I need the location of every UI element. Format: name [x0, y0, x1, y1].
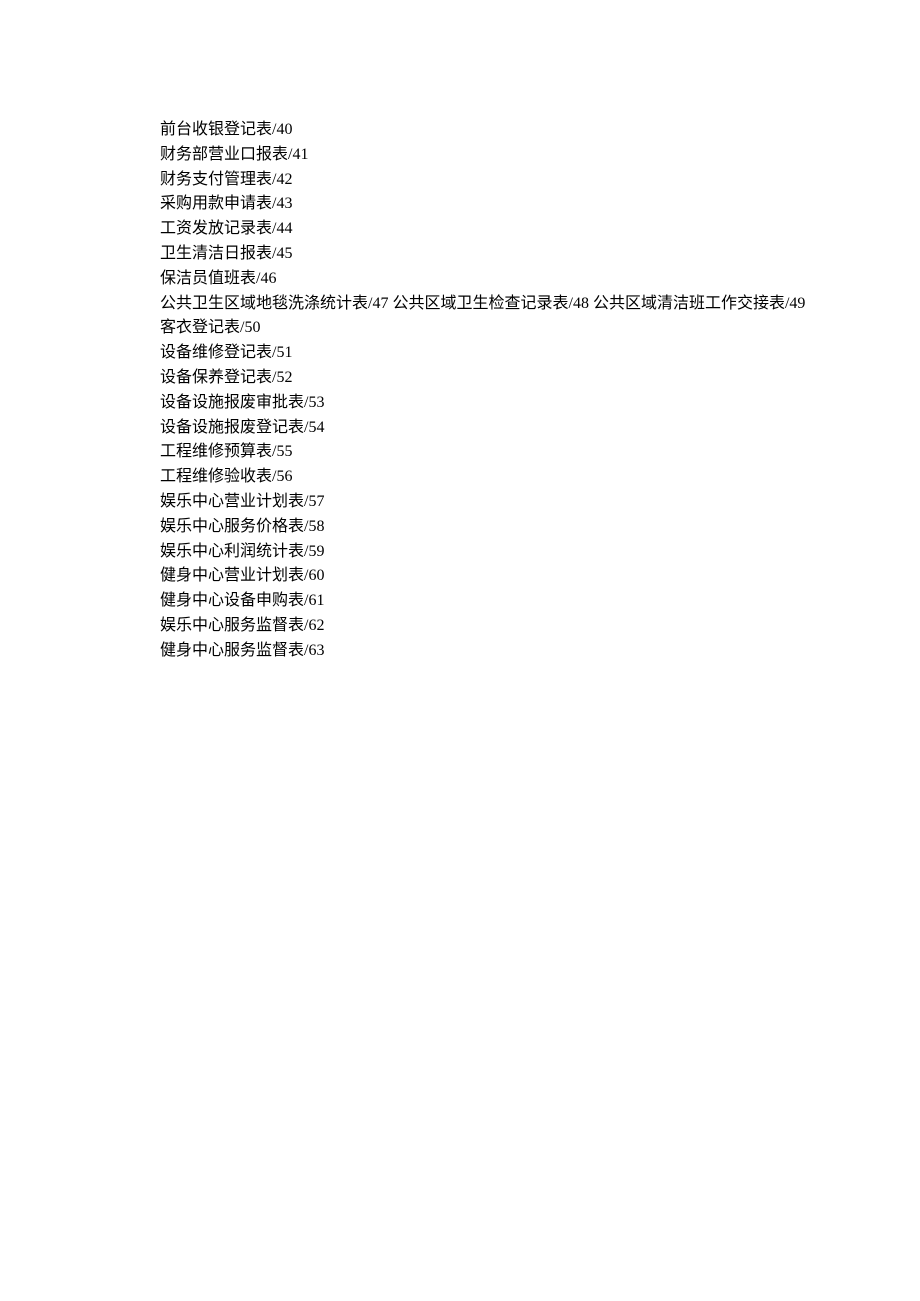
toc-line: 卫生清洁日报表/45	[160, 242, 880, 267]
toc-entry-page: 47	[372, 295, 388, 312]
toc-entry: 娱乐中心利润统计表/59	[160, 543, 324, 560]
document-page: 前台收银登记表/40 财务部营业口报表/41 财务支付管理表/42 采购用款申请表/4…	[0, 0, 920, 664]
toc-entry-title: 设备设施报废登记表	[160, 419, 304, 436]
table-of-contents: 前台收银登记表/40 财务部营业口报表/41 财务支付管理表/42 采购用款申请表/4…	[160, 118, 880, 664]
toc-entry: 工程维修预算表/55	[160, 443, 292, 460]
toc-line: 健身中心营业计划表/60	[160, 564, 880, 589]
toc-entry-title: 财务支付管理表	[160, 171, 272, 188]
toc-line: 财务部营业口报表/41	[160, 143, 880, 168]
toc-entry-page: 61	[308, 592, 324, 609]
toc-entry: 卫生清洁日报表/45	[160, 245, 292, 262]
toc-entry-title: 娱乐中心服务价格表	[160, 518, 304, 535]
toc-entry-title: 设备保养登记表	[160, 369, 272, 386]
toc-entry-title: 公共区域卫生检查记录表	[392, 295, 568, 312]
toc-entry-page: 57	[308, 493, 324, 510]
toc-entry-page: 58	[308, 518, 324, 535]
toc-entry-page: 40	[276, 121, 292, 138]
toc-entry-page: 63	[308, 642, 324, 659]
toc-entry-title: 公共卫生区域地毯洗涤统计表	[160, 295, 368, 312]
toc-entry-title: 保洁员值班表	[160, 270, 256, 287]
toc-entry-title: 公共区域清洁班工作交接表	[593, 295, 785, 312]
toc-entry: 健身中心设备申购表/61	[160, 592, 324, 609]
toc-line: 健身中心设备申购表/61	[160, 589, 880, 614]
toc-entry-page: 56	[276, 468, 292, 485]
toc-line: 工程维修验收表/56	[160, 465, 880, 490]
toc-line: 采购用款申请表/43	[160, 192, 880, 217]
toc-entry: 健身中心营业计划表/60	[160, 567, 324, 584]
toc-entry-title: 财务部营业口报表	[160, 146, 288, 163]
toc-entry-title: 健身中心设备申购表	[160, 592, 304, 609]
toc-entry: 财务支付管理表/42	[160, 171, 292, 188]
toc-entry-page: 50	[244, 319, 260, 336]
toc-entry-title: 健身中心服务监督表	[160, 642, 304, 659]
toc-entry-title: 健身中心营业计划表	[160, 567, 304, 584]
toc-entry-page: 52	[276, 369, 292, 386]
toc-entry: 设备维修登记表/51	[160, 344, 292, 361]
toc-entry-page: 43	[276, 195, 292, 212]
toc-entry: 娱乐中心营业计划表/57	[160, 493, 324, 510]
toc-entry-page: 53	[308, 394, 324, 411]
toc-entry: 健身中心服务监督表/63	[160, 642, 324, 659]
toc-line: 工资发放记录表/44	[160, 217, 880, 242]
toc-line: 公共卫生区域地毯洗涤统计表/47公共区域卫生检查记录表/48公共区域清洁班工作交…	[160, 292, 880, 317]
toc-line: 娱乐中心营业计划表/57	[160, 490, 880, 515]
toc-entry: 设备保养登记表/52	[160, 369, 292, 386]
toc-entry: 娱乐中心服务监督表/62	[160, 617, 324, 634]
toc-entry: 公共区域卫生检查记录表/48	[388, 295, 588, 312]
toc-entry-page: 41	[292, 146, 308, 163]
toc-entry-page: 54	[308, 419, 324, 436]
toc-entry-title: 工资发放记录表	[160, 220, 272, 237]
toc-entry: 设备设施报废登记表/54	[160, 419, 324, 436]
toc-entry: 设备设施报废审批表/53	[160, 394, 324, 411]
toc-line: 设备设施报废登记表/54	[160, 416, 880, 441]
toc-entry-title: 娱乐中心营业计划表	[160, 493, 304, 510]
toc-entry-title: 娱乐中心服务监督表	[160, 617, 304, 634]
toc-line: 设备设施报废审批表/53	[160, 391, 880, 416]
toc-line: 工程维修预算表/55	[160, 440, 880, 465]
toc-entry-title: 工程维修预算表	[160, 443, 272, 460]
toc-entry-page: 49	[789, 295, 805, 312]
toc-entry: 客衣登记表/50	[160, 319, 260, 336]
toc-line: 保洁员值班表/46	[160, 267, 880, 292]
toc-line: 娱乐中心服务监督表/62	[160, 614, 880, 639]
toc-entry-page: 60	[308, 567, 324, 584]
toc-entry-page: 51	[276, 344, 292, 361]
toc-entry-page: 48	[573, 295, 589, 312]
toc-entry: 公共区域清洁班工作交接表/49	[589, 295, 805, 312]
toc-line: 财务支付管理表/42	[160, 168, 880, 193]
toc-entry: 前台收银登记表/40	[160, 121, 292, 138]
toc-entry-page: 55	[276, 443, 292, 460]
toc-line: 前台收银登记表/40	[160, 118, 880, 143]
toc-entry: 公共卫生区域地毯洗涤统计表/47	[160, 295, 388, 312]
toc-entry: 采购用款申请表/43	[160, 195, 292, 212]
toc-entry-title: 客衣登记表	[160, 319, 240, 336]
toc-line: 娱乐中心利润统计表/59	[160, 540, 880, 565]
toc-entry: 财务部营业口报表/41	[160, 146, 308, 163]
toc-entry-title: 卫生清洁日报表	[160, 245, 272, 262]
toc-entry-page: 42	[276, 171, 292, 188]
toc-entry-page: 46	[260, 270, 276, 287]
toc-line: 健身中心服务监督表/63	[160, 639, 880, 664]
toc-entry: 保洁员值班表/46	[160, 270, 276, 287]
toc-entry: 工资发放记录表/44	[160, 220, 292, 237]
toc-line: 客衣登记表/50	[160, 316, 880, 341]
toc-line: 设备维修登记表/51	[160, 341, 880, 366]
toc-entry-title: 娱乐中心利润统计表	[160, 543, 304, 560]
toc-entry-title: 采购用款申请表	[160, 195, 272, 212]
toc-entry: 娱乐中心服务价格表/58	[160, 518, 324, 535]
toc-entry: 工程维修验收表/56	[160, 468, 292, 485]
toc-entry-page: 45	[276, 245, 292, 262]
toc-entry-title: 设备设施报废审批表	[160, 394, 304, 411]
toc-entry-page: 44	[276, 220, 292, 237]
toc-entry-title: 工程维修验收表	[160, 468, 272, 485]
toc-line: 设备保养登记表/52	[160, 366, 880, 391]
toc-entry-title: 前台收银登记表	[160, 121, 272, 138]
toc-entry-page: 59	[308, 543, 324, 560]
toc-line: 娱乐中心服务价格表/58	[160, 515, 880, 540]
toc-entry-page: 62	[308, 617, 324, 634]
toc-entry-title: 设备维修登记表	[160, 344, 272, 361]
